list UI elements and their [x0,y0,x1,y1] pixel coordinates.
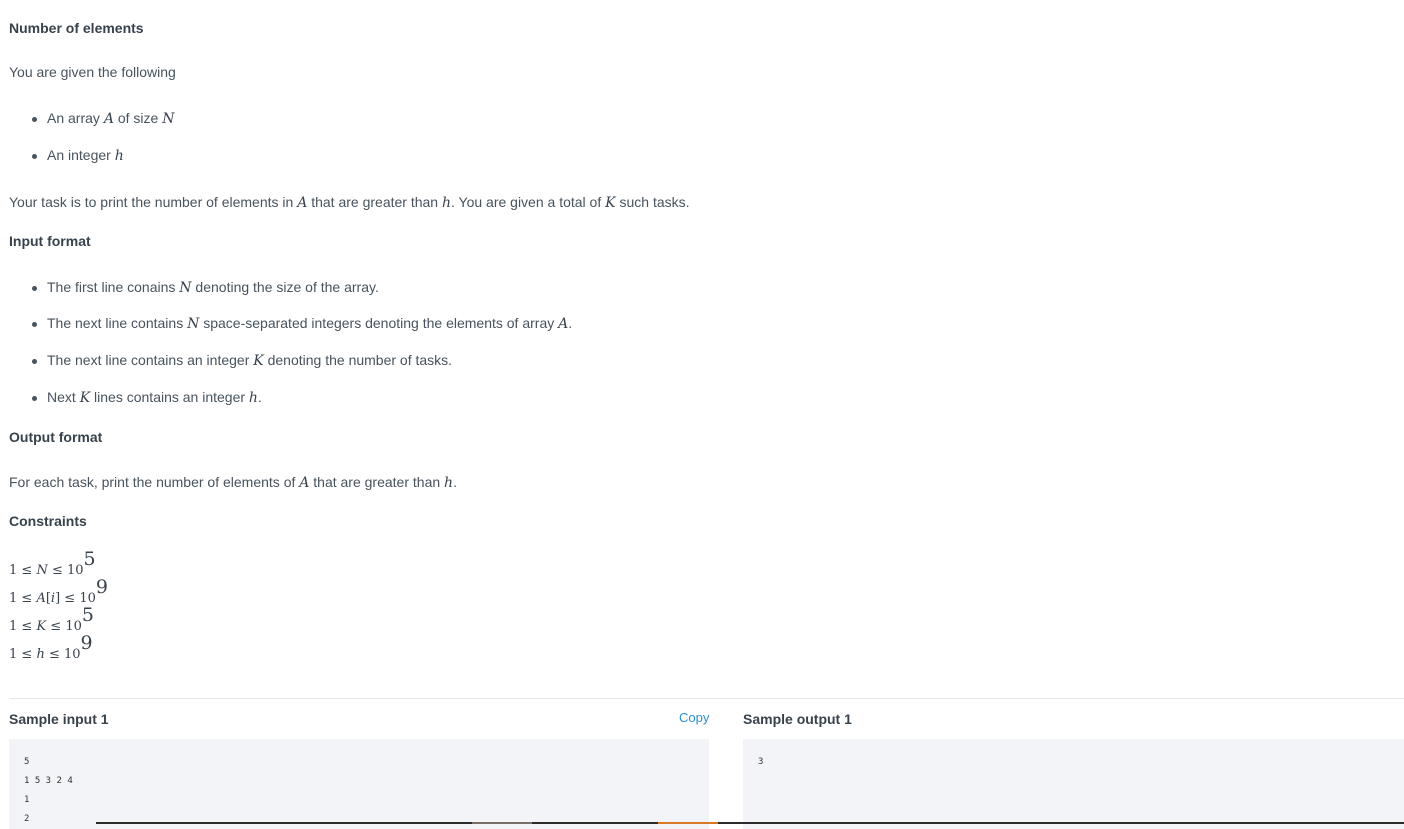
sample-output-title: Sample output 1 [743,711,852,727]
sample-input-title: Sample input 1 [9,711,109,727]
output-format-heading: Output format [9,429,103,445]
given-item-array: An array A of size N [31,110,175,127]
code-line: 1 5 3 2 4 [24,776,73,786]
var-h: h [114,148,124,164]
intro-text: You are given the following [9,64,176,80]
code-line: 3 [758,757,764,767]
code-line: 1 [24,795,30,805]
section-divider [9,698,1404,699]
input-item: The first line conains N denoting the si… [32,279,379,296]
constraints-heading: Constraints [9,513,87,529]
input-format-heading: Input format [9,233,91,249]
copy-button[interactable]: Copy [679,710,709,725]
problem-title: Number of elements [9,20,144,36]
sample-input-box[interactable]: 5 1 5 3 2 4 1 2 [9,739,709,829]
code-line: 5 [24,757,30,767]
given-item-integer: An integer h [32,147,124,164]
input-item: The next line contains N space-separated… [31,315,573,332]
var-n: N [162,111,175,127]
var-a: A [103,111,114,127]
constraint-h: 1 ≤ h ≤ 109 [9,632,93,662]
output-text: For each task, print the number of eleme… [9,474,457,491]
sample-output-box[interactable]: 3 [743,739,1404,829]
input-item: The next line contains an integer K deno… [31,352,453,369]
constraint-n: 1 ≤ N ≤ 105 [9,548,96,578]
code-line: 2 [24,814,30,824]
input-item: Next K lines contains an integer h. [32,389,262,406]
task-text: Your task is to print the number of elem… [9,194,690,211]
